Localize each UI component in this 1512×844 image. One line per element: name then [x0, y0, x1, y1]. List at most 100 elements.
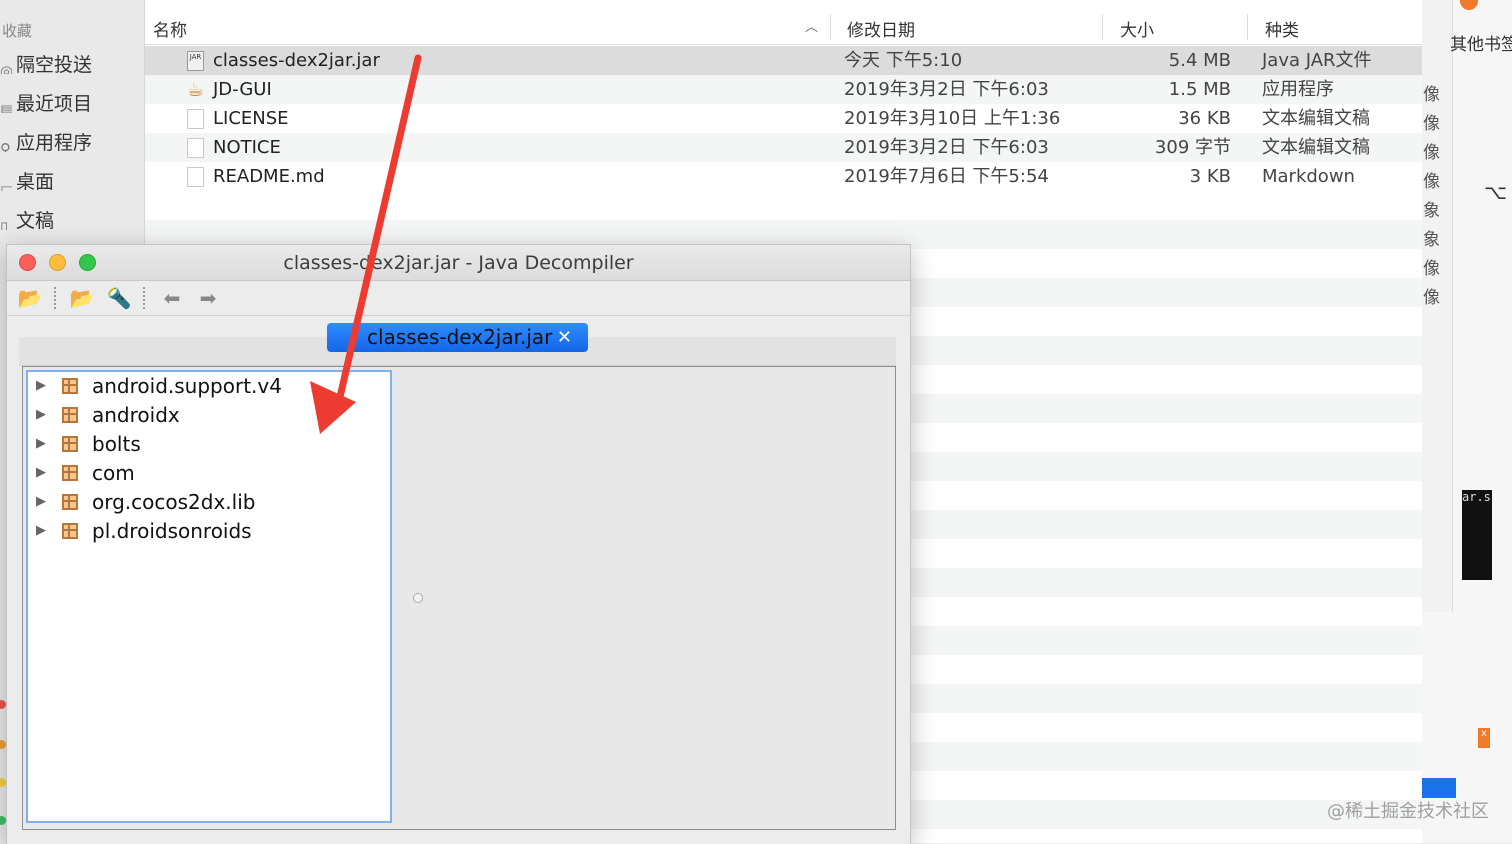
sidebar-item-documents[interactable]: ▯ 文稿	[0, 206, 54, 236]
watermark: @稀土掘金技术社区	[1327, 801, 1489, 822]
side-char: 象	[1423, 230, 1440, 250]
file-name: LICENSE	[213, 108, 289, 129]
file-date: 2019年3月2日 下午6:03	[844, 137, 1049, 158]
document-icon	[187, 138, 204, 158]
file-date: 今天 下午5:10	[844, 50, 963, 71]
disclosure-triangle-icon[interactable]: ▶	[36, 488, 46, 516]
side-char: 像	[1423, 288, 1440, 308]
bookmarks-folder[interactable]: 其他书签	[1450, 30, 1512, 55]
file-row[interactable]: NOTICE 2019年3月2日 下午6:03 309 字节 文本编辑文稿	[145, 133, 1422, 162]
file-row[interactable]: LICENSE 2019年3月10日 上午1:36 36 KB 文本编辑文稿	[145, 104, 1422, 133]
background-browser-window: 像 像 像 像 象 象 像 像 其他书签 ⌥ ar.s x	[1422, 0, 1512, 843]
documents-icon: ▯	[0, 218, 9, 230]
jar-icon: JAR	[187, 51, 204, 71]
column-divider[interactable]	[830, 14, 831, 40]
coffee-cup-icon: ☕	[187, 79, 205, 101]
sidebar-item-label: 隔空投送	[16, 54, 93, 76]
package-icon	[62, 378, 78, 394]
tab-classes-dex2jar[interactable]: classes-dex2jar.jar ✕	[327, 323, 588, 352]
column-header: 名称 ︿ 修改日期 大小 种类	[145, 8, 1422, 45]
side-char: 像	[1423, 143, 1440, 163]
package-icon	[62, 523, 78, 539]
file-size: 1.5 MB	[1168, 79, 1231, 100]
sidebar-item-label: 最近项目	[16, 93, 93, 115]
sidebar-item-label: 应用程序	[16, 132, 93, 154]
side-panel: 像 像 像 像 象 象 像 像	[1422, 0, 1453, 612]
toolbar-separator	[143, 287, 147, 309]
package-tree[interactable]: ▶ android.support.v4 ▶ androidx ▶ bolts …	[26, 370, 392, 823]
close-tab-icon[interactable]: ✕	[557, 323, 572, 352]
back-icon[interactable]: ⬅	[159, 285, 185, 311]
file-rows: JAR classes-dex2jar.jar 今天 下午5:10 5.4 MB…	[145, 46, 1422, 191]
package-icon	[62, 465, 78, 481]
sidebar-item-airdrop[interactable]: ◎ 隔空投送	[0, 50, 92, 80]
disclosure-triangle-icon[interactable]: ▶	[36, 517, 46, 545]
content-panel: ▶ android.support.v4 ▶ androidx ▶ bolts …	[22, 366, 896, 830]
file-date: 2019年7月6日 下午5:54	[844, 166, 1049, 187]
sidebar-item-label: 文稿	[16, 210, 55, 232]
open-type-icon[interactable]: 📂	[69, 285, 95, 311]
file-kind: Java JAR文件	[1262, 50, 1372, 71]
github-icon[interactable]: ⌥	[1484, 180, 1507, 204]
file-row[interactable]: README.md 2019年7月6日 下午5:54 3 KB Markdown	[145, 162, 1422, 191]
column-date[interactable]: 修改日期	[847, 16, 915, 41]
column-name[interactable]: 名称	[153, 16, 187, 41]
split-pane-handle[interactable]	[413, 593, 423, 603]
forward-icon[interactable]: ➡	[195, 285, 221, 311]
disclosure-triangle-icon[interactable]: ▶	[36, 401, 46, 429]
file-name: NOTICE	[213, 137, 281, 158]
file-row[interactable]: ☕ JD-GUI 2019年3月2日 下午6:03 1.5 MB 应用程序	[145, 75, 1422, 104]
desktop-icon: ▭	[0, 179, 12, 191]
package-icon	[62, 436, 78, 452]
disclosure-triangle-icon[interactable]: ▶	[36, 459, 46, 487]
close-icon[interactable]: x	[1478, 728, 1490, 748]
sidebar-item-recents[interactable]: ▤ 最近项目	[0, 89, 92, 119]
disclosure-triangle-icon[interactable]: ▶	[36, 372, 46, 400]
column-size[interactable]: 大小	[1120, 16, 1154, 41]
file-size: 309 字节	[1154, 137, 1231, 158]
file-size: 36 KB	[1178, 108, 1231, 129]
window-title: classes-dex2jar.jar - Java Decompiler	[283, 252, 634, 274]
document-icon	[187, 109, 204, 129]
package-icon	[62, 494, 78, 510]
column-kind[interactable]: 种类	[1265, 16, 1299, 41]
terminal-snippet: ar.s	[1462, 490, 1492, 580]
tree-item-label: android.support.v4	[92, 374, 282, 398]
file-date: 2019年3月2日 下午6:03	[844, 79, 1049, 100]
sidebar-item-label: 桌面	[16, 171, 55, 193]
file-kind: 文本编辑文稿	[1262, 137, 1370, 158]
file-date: 2019年3月10日 上午1:36	[844, 108, 1061, 129]
recents-icon: ▤	[0, 101, 12, 113]
blue-button[interactable]	[1422, 778, 1456, 798]
open-file-icon[interactable]: 📂	[17, 285, 43, 311]
tree-item-label: org.cocos2dx.lib	[92, 490, 256, 514]
document-icon	[187, 167, 204, 187]
column-divider[interactable]	[1247, 14, 1248, 40]
side-char: 象	[1423, 201, 1440, 221]
airdrop-icon: ◎	[0, 62, 12, 74]
sort-ascending-icon[interactable]: ︿	[805, 16, 818, 35]
tree-item-label: com	[92, 461, 135, 485]
side-char: 像	[1423, 172, 1440, 192]
sidebar-item-applications[interactable]: ⚲ 应用程序	[0, 128, 92, 158]
disclosure-triangle-icon[interactable]: ▶	[36, 430, 46, 458]
side-char: 像	[1423, 259, 1440, 279]
terminal-text: ar.s	[1462, 490, 1491, 504]
search-icon[interactable]: 🔦	[106, 285, 132, 311]
jd-gui-window: classes-dex2jar.jar - Java Decompiler 📂 …	[6, 244, 911, 844]
sidebar-item-desktop[interactable]: ▭ 桌面	[0, 167, 54, 197]
column-divider[interactable]	[1102, 14, 1103, 40]
tree-item-label: bolts	[92, 432, 141, 456]
file-name: JD-GUI	[213, 79, 272, 100]
side-char: 像	[1423, 85, 1440, 105]
toolbar: 📂 📂 🔦 ⬅ ➡	[7, 281, 910, 316]
file-kind: 应用程序	[1262, 79, 1334, 100]
file-row[interactable]: JAR classes-dex2jar.jar 今天 下午5:10 5.4 MB…	[145, 46, 1422, 75]
applications-icon: ⚲	[0, 140, 11, 152]
tab-label: classes-dex2jar.jar	[367, 325, 553, 349]
file-kind: 文本编辑文稿	[1262, 108, 1370, 129]
sidebar-heading: 收藏	[2, 22, 33, 40]
package-icon	[62, 407, 78, 423]
avatar[interactable]	[1460, 0, 1478, 10]
window-titlebar[interactable]: classes-dex2jar.jar - Java Decompiler	[7, 245, 910, 281]
